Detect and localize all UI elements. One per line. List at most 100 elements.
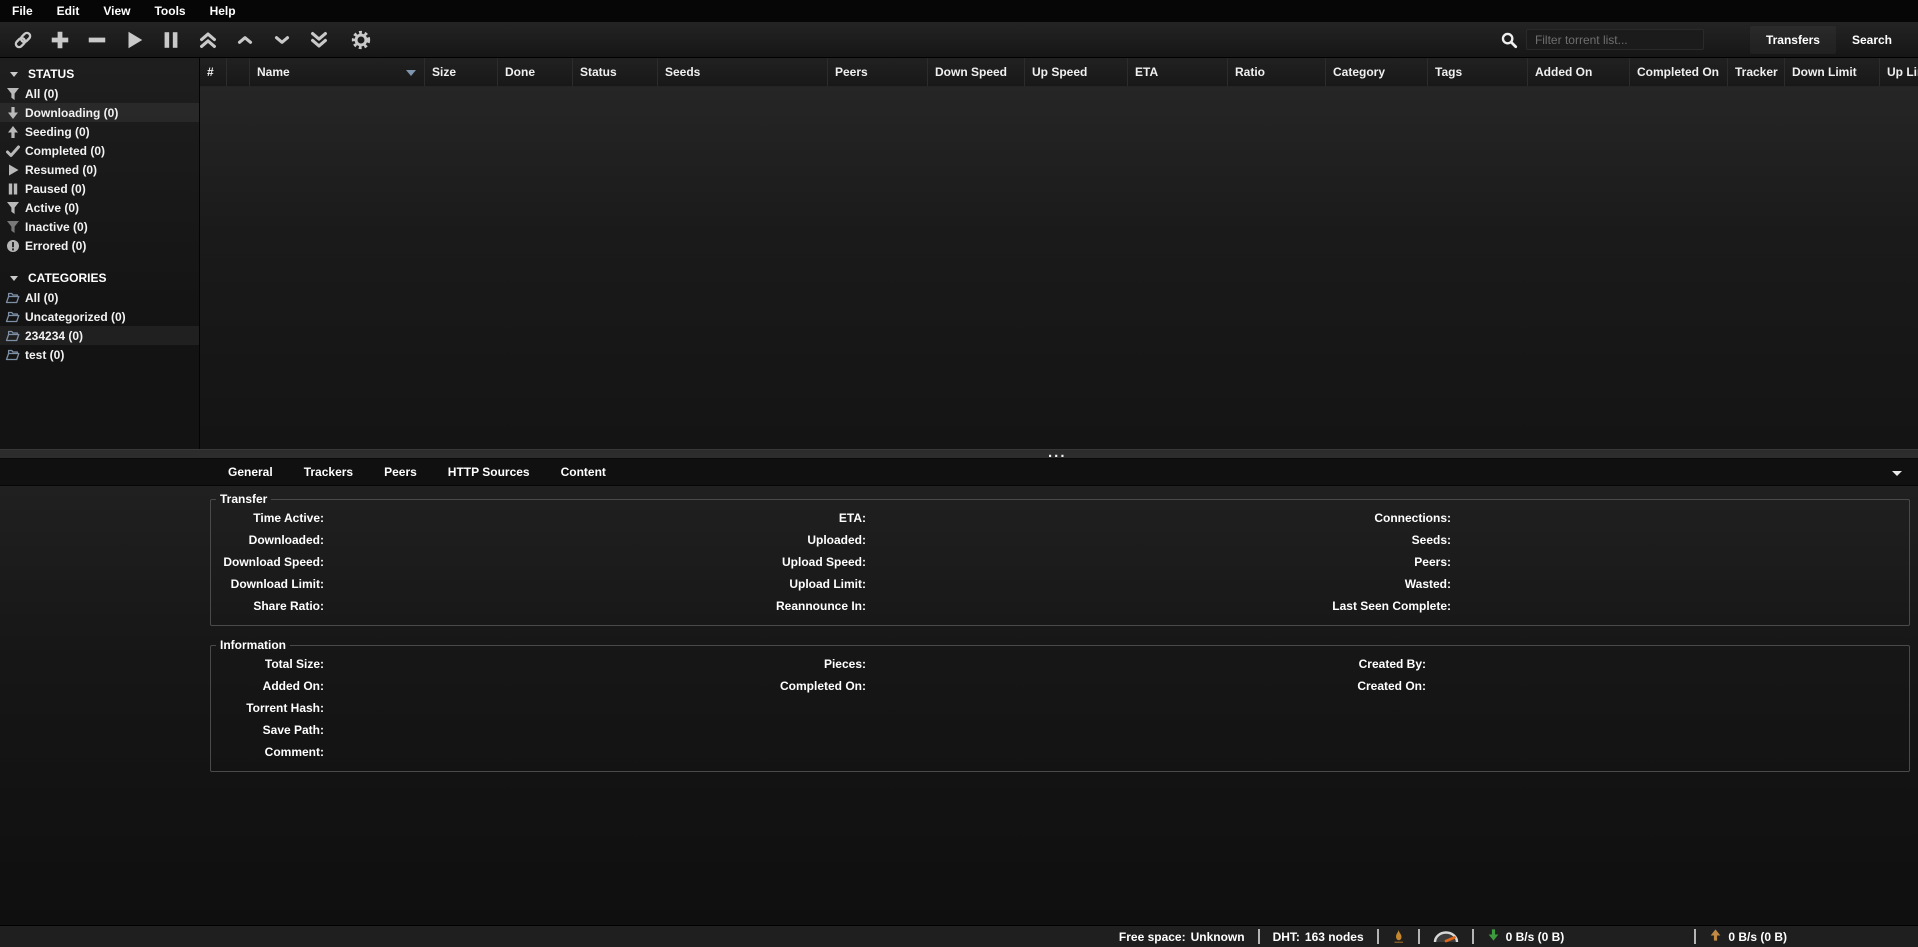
column-header-down-speed[interactable]: Down Speed — [928, 58, 1025, 86]
status-section-header[interactable]: STATUS — [0, 64, 199, 84]
statusbar-divider — [1472, 929, 1474, 944]
reannounce-in-label: Reannounce In: — [744, 599, 866, 613]
column-header-seeds[interactable]: Seeds — [658, 58, 828, 86]
folder-open-icon — [5, 329, 20, 343]
tab-content[interactable]: Content — [561, 465, 606, 479]
column-header-name[interactable]: Name — [250, 58, 425, 86]
sidebar-item-all-status[interactable]: All (0) — [0, 84, 199, 103]
panel-splitter[interactable]: ... — [0, 449, 1918, 459]
resume-button[interactable] — [121, 27, 147, 53]
arrow-up-icon — [5, 125, 20, 139]
sidebar-item-inactive[interactable]: Inactive (0) — [0, 217, 199, 236]
tab-search[interactable]: Search — [1836, 26, 1908, 54]
sidebar-item-resumed[interactable]: Resumed (0) — [0, 160, 199, 179]
sidebar-item-category-uncategorized[interactable]: Uncategorized (0) — [0, 307, 199, 326]
sidebar-item-errored[interactable]: Errored (0) — [0, 236, 199, 255]
sidebar-item-seeding[interactable]: Seeding (0) — [0, 122, 199, 141]
download-arrow-icon — [1487, 928, 1500, 945]
menu-help[interactable]: Help — [210, 4, 236, 18]
pause-button[interactable] — [158, 27, 184, 53]
column-header-done[interactable]: Done — [498, 58, 573, 86]
tab-peers[interactable]: Peers — [384, 465, 417, 479]
seeds-label: Seeds: — [1306, 533, 1451, 547]
filter-torrent-input[interactable] — [1526, 29, 1704, 50]
menu-view[interactable]: View — [103, 4, 130, 18]
sidebar-item-paused[interactable]: Paused (0) — [0, 179, 199, 198]
column-header-up-speed[interactable]: Up Speed — [1025, 58, 1128, 86]
menu-file[interactable]: File — [12, 4, 33, 18]
created-on-label: Created On: — [1306, 679, 1426, 693]
column-header-up-limit[interactable]: Up Limit — [1880, 58, 1918, 86]
torrent-hash-label: Torrent Hash: — [211, 701, 324, 715]
tab-transfers[interactable]: Transfers — [1750, 26, 1836, 54]
torrent-table-body[interactable] — [200, 87, 1918, 449]
sidebar-gap — [0, 255, 199, 268]
created-by-label: Created By: — [1306, 657, 1426, 671]
move-top-button[interactable] — [195, 27, 221, 53]
column-header-size[interactable]: Size — [425, 58, 498, 86]
uploaded-label: Uploaded: — [744, 533, 866, 547]
sidebar-item-category-test[interactable]: test (0) — [0, 345, 199, 364]
connection-status-icon[interactable] — [1392, 929, 1405, 944]
column-header-added-on[interactable]: Added On — [1528, 58, 1630, 86]
free-space-label: Free space: — [1119, 930, 1186, 944]
dht-value: 163 nodes — [1305, 930, 1364, 944]
sidebar-item-active[interactable]: Active (0) — [0, 198, 199, 217]
transfer-row: Download Speed: Upload Speed: Peers: — [211, 551, 1909, 573]
alt-speed-gauge-icon[interactable] — [1433, 929, 1459, 945]
add-magnet-button[interactable] — [10, 27, 36, 53]
column-header-completed-on[interactable]: Completed On — [1630, 58, 1728, 86]
tab-trackers[interactable]: Trackers — [304, 465, 353, 479]
add-torrent-button[interactable] — [47, 27, 73, 53]
sidebar-item-downloading[interactable]: Downloading (0) — [0, 103, 199, 122]
categories-section-header[interactable]: CATEGORIES — [0, 268, 199, 288]
information-legend: Information — [216, 638, 290, 652]
wasted-label: Wasted: — [1306, 577, 1451, 591]
downloaded-label: Downloaded: — [211, 533, 324, 547]
delete-button[interactable] — [84, 27, 110, 53]
transfer-row: Download Limit: Upload Limit: Wasted: — [211, 573, 1909, 595]
menu-edit[interactable]: Edit — [57, 4, 80, 18]
torrent-list: # Name Size Done Status Seeds Peers Down… — [200, 58, 1918, 449]
pause-icon — [5, 182, 20, 196]
save-path-label: Save Path: — [211, 723, 324, 737]
move-up-button[interactable] — [232, 27, 258, 53]
qbittorrent-webui: File Edit View Tools Help — [0, 0, 1918, 947]
minus-icon — [86, 29, 108, 51]
statusbar-divider — [1258, 929, 1260, 944]
sidebar-item-category-234234[interactable]: 234234 (0) — [0, 326, 199, 345]
upload-limit-label: Upload Limit: — [744, 577, 866, 591]
column-header-icon[interactable] — [227, 58, 250, 86]
column-header-tags[interactable]: Tags — [1428, 58, 1528, 86]
options-button[interactable] — [348, 27, 374, 53]
time-active-label: Time Active: — [211, 511, 324, 525]
column-header-down-limit[interactable]: Down Limit — [1785, 58, 1880, 86]
funnel-icon — [5, 201, 20, 215]
information-row: Save Path: — [211, 719, 1909, 741]
column-header-tracker[interactable]: Tracker — [1728, 58, 1785, 86]
column-header-peers[interactable]: Peers — [828, 58, 928, 86]
move-bottom-button[interactable] — [306, 27, 332, 53]
global-download-speed[interactable]: 0 B/s (0 B) — [1487, 928, 1565, 945]
total-size-label: Total Size: — [211, 657, 324, 671]
column-header-eta[interactable]: ETA — [1128, 58, 1228, 86]
move-down-button[interactable] — [269, 27, 295, 53]
column-header-ratio[interactable]: Ratio — [1228, 58, 1326, 86]
middle-region: STATUS All (0) Downloading (0) Seeding (… — [0, 58, 1918, 449]
menu-tools[interactable]: Tools — [154, 4, 185, 18]
transfer-section: Transfer Time Active: ETA: Connections: … — [210, 492, 1910, 626]
column-header-status[interactable]: Status — [573, 58, 658, 86]
gear-icon — [350, 29, 372, 51]
filters-sidebar: STATUS All (0) Downloading (0) Seeding (… — [0, 58, 200, 449]
chevron-down-icon[interactable] — [1892, 471, 1902, 476]
download-limit-label: Download Limit: — [211, 577, 324, 591]
sidebar-item-category-all[interactable]: All (0) — [0, 288, 199, 307]
global-upload-speed[interactable]: 0 B/s (0 B) — [1709, 928, 1787, 945]
tab-http-sources[interactable]: HTTP Sources — [448, 465, 530, 479]
column-header-number[interactable]: # — [200, 58, 227, 86]
column-header-category[interactable]: Category — [1326, 58, 1428, 86]
tab-general[interactable]: General — [228, 465, 273, 479]
double-chevron-down-icon — [308, 29, 330, 51]
sidebar-item-completed[interactable]: Completed (0) — [0, 141, 199, 160]
pause-icon — [160, 29, 182, 51]
